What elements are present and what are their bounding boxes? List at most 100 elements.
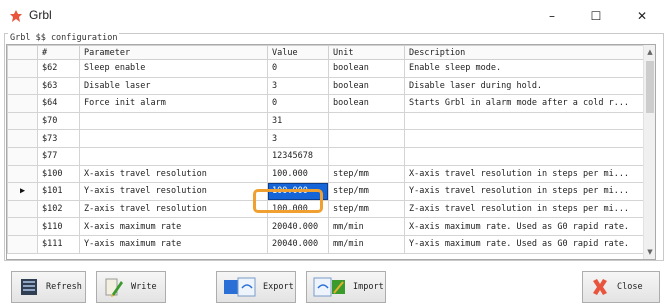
cell-parameter[interactable] [79, 129, 268, 148]
cell-id[interactable]: $73 [37, 129, 80, 148]
write-button[interactable]: Write [96, 271, 166, 303]
column-header-description[interactable]: Description [404, 45, 655, 60]
maximize-button[interactable]: ☐ [576, 0, 616, 32]
cell-description[interactable]: Z-axis travel resolution in steps per mi… [404, 199, 655, 219]
row-header[interactable] [7, 76, 38, 96]
cell-id[interactable]: $101 [37, 182, 80, 201]
cell-parameter[interactable]: X-axis maximum rate [79, 217, 268, 236]
cell-value[interactable]: 20040.000 [267, 234, 329, 254]
table-row[interactable]: $63 Disable laser 3 boolean Disable lase… [7, 76, 655, 96]
config-grid[interactable]: # Parameter Value Unit Description $62 S… [6, 44, 656, 260]
row-header[interactable] [7, 164, 38, 184]
cell-parameter[interactable]: Z-axis travel resolution [79, 199, 268, 219]
cell-unit[interactable] [328, 129, 405, 148]
cell-parameter[interactable] [79, 146, 268, 166]
cell-id[interactable]: $77 [37, 146, 80, 166]
cell-unit[interactable] [328, 146, 405, 166]
cell-description[interactable]: Starts Grbl in alarm mode after a cold r… [404, 94, 655, 113]
column-header-unit[interactable]: Unit [328, 45, 405, 60]
import-button[interactable]: Import [306, 271, 386, 303]
row-header[interactable] [7, 111, 38, 131]
import-label: Import [353, 282, 384, 292]
cell-id[interactable]: $100 [37, 164, 80, 184]
cell-description[interactable] [404, 111, 655, 131]
cell-unit[interactable]: mm/min [328, 217, 405, 236]
cell-id[interactable]: $64 [37, 94, 80, 113]
scroll-thumb[interactable] [646, 61, 654, 113]
cell-value[interactable]: 100.000 [267, 164, 329, 184]
cell-description[interactable]: Enable sleep mode. [404, 59, 655, 78]
close-button[interactable]: Close [582, 271, 660, 303]
cell-value[interactable]: 100.000 [267, 199, 329, 219]
scroll-up-icon[interactable]: ▲ [644, 46, 655, 58]
cell-value[interactable]: 0 [267, 59, 329, 78]
cell-unit[interactable]: step/mm [328, 199, 405, 219]
cell-description[interactable]: Y-axis maximum rate. Used as G0 rapid ra… [404, 234, 655, 254]
cell-value[interactable]: 20040.000 [267, 217, 329, 236]
cell-value[interactable]: 12345678 [267, 146, 329, 166]
cell-description[interactable]: Y-axis travel resolution in steps per mi… [404, 182, 655, 201]
cell-parameter[interactable]: Sleep enable [79, 59, 268, 78]
table-row[interactable]: $62 Sleep enable 0 boolean Enable sleep … [7, 59, 655, 78]
cell-id[interactable]: $111 [37, 234, 80, 254]
cell-value-selected[interactable]: 100.000 [267, 182, 329, 201]
cell-unit[interactable]: boolean [328, 94, 405, 113]
cell-description[interactable]: X-axis maximum rate. Used as G0 rapid ra… [404, 217, 655, 236]
cell-parameter[interactable] [79, 111, 268, 131]
cell-value[interactable]: 3 [267, 129, 329, 148]
row-header[interactable] [7, 146, 38, 166]
cell-value[interactable]: 0 [267, 94, 329, 113]
cell-id[interactable]: $102 [37, 199, 80, 219]
cell-parameter[interactable]: Y-axis travel resolution [79, 182, 268, 201]
column-header-id[interactable]: # [37, 45, 80, 60]
column-header-value[interactable]: Value [267, 45, 329, 60]
column-header-parameter[interactable]: Parameter [79, 45, 268, 60]
export-button[interactable]: Export [216, 271, 296, 303]
cell-id[interactable]: $63 [37, 76, 80, 96]
cell-id[interactable]: $70 [37, 111, 80, 131]
cell-value[interactable]: 3 [267, 76, 329, 96]
cell-value[interactable]: 31 [267, 111, 329, 131]
row-header[interactable] [7, 94, 38, 113]
table-row[interactable]: $73 3 [7, 129, 655, 148]
table-row-current[interactable]: ▶ $101 Y-axis travel resolution 100.000 … [7, 182, 655, 201]
vertical-scrollbar[interactable]: ▲ ▼ [643, 45, 655, 259]
title-bar: Grbl – ☐ ✕ [0, 0, 668, 32]
scroll-down-icon[interactable]: ▼ [644, 246, 655, 258]
cell-unit[interactable]: step/mm [328, 182, 405, 201]
row-header[interactable] [7, 199, 38, 219]
minimize-button[interactable]: – [532, 0, 572, 32]
row-header[interactable] [7, 217, 38, 236]
cell-description[interactable] [404, 146, 655, 166]
cell-unit[interactable] [328, 111, 405, 131]
row-header[interactable] [7, 234, 38, 254]
cell-unit[interactable]: boolean [328, 76, 405, 96]
current-row-arrow-icon[interactable]: ▶ [7, 182, 38, 201]
table-row[interactable]: $110 X-axis maximum rate 20040.000 mm/mi… [7, 217, 655, 236]
row-header-corner [7, 45, 38, 60]
close-window-button[interactable]: ✕ [622, 0, 662, 32]
cell-description[interactable]: X-axis travel resolution in steps per mi… [404, 164, 655, 184]
cell-parameter[interactable]: Force init alarm [79, 94, 268, 113]
close-icon: ✕ [636, 9, 648, 23]
table-row[interactable]: $102 Z-axis travel resolution 100.000 st… [7, 199, 655, 219]
cell-description[interactable] [404, 129, 655, 148]
cell-parameter[interactable]: X-axis travel resolution [79, 164, 268, 184]
cell-unit[interactable]: step/mm [328, 164, 405, 184]
cell-unit[interactable]: boolean [328, 59, 405, 78]
table-row[interactable]: $100 X-axis travel resolution 100.000 st… [7, 164, 655, 184]
cell-parameter[interactable]: Disable laser [79, 76, 268, 96]
row-header[interactable] [7, 59, 38, 78]
row-header[interactable] [7, 129, 38, 148]
table-row[interactable]: $64 Force init alarm 0 boolean Starts Gr… [7, 94, 655, 113]
cell-id[interactable]: $62 [37, 59, 80, 78]
table-row[interactable]: $77 12345678 [7, 146, 655, 166]
cell-parameter[interactable]: Y-axis maximum rate [79, 234, 268, 254]
refresh-button[interactable]: Refresh [11, 271, 86, 303]
table-row[interactable]: $70 31 [7, 111, 655, 131]
cell-description[interactable]: Disable laser during hold. [404, 76, 655, 96]
maximize-icon: ☐ [590, 9, 602, 23]
cell-unit[interactable]: mm/min [328, 234, 405, 254]
cell-id[interactable]: $110 [37, 217, 80, 236]
table-row[interactable]: $111 Y-axis maximum rate 20040.000 mm/mi… [7, 234, 655, 254]
